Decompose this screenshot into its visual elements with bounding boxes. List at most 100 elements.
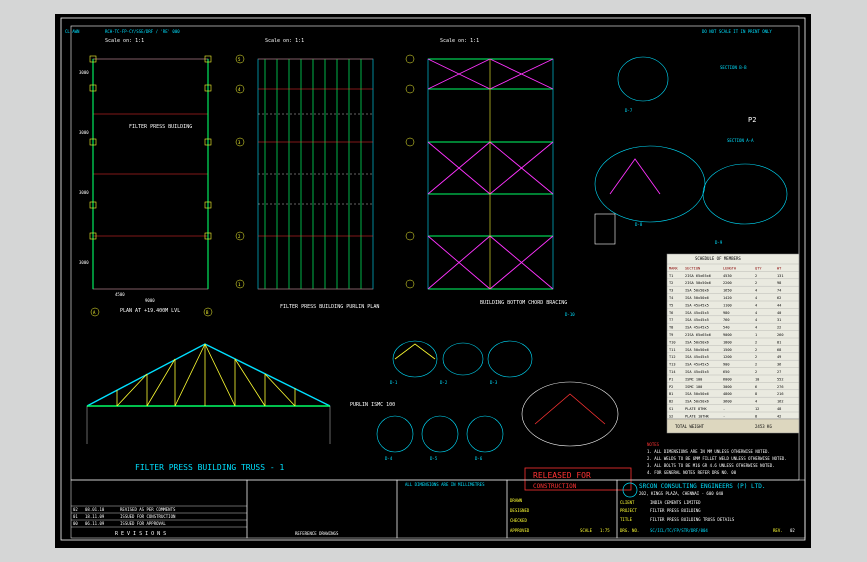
schedule-cell: 3000: [723, 385, 732, 389]
schedule-cell: 81: [777, 340, 781, 344]
schedule-cell: 1500: [723, 348, 732, 352]
schedule-cell: 4: [755, 311, 757, 315]
title-block: SRCON CONSULTING ENGINEERS (P) LTD. 202,…: [616, 479, 806, 539]
schedule-cell: 44: [777, 303, 781, 307]
top-right-note: DO NOT SCALE IT IN PRINT ONLY: [702, 29, 772, 34]
schedule-cell: ISA 45x45x5: [685, 355, 709, 359]
row-label-1: 1: [238, 282, 241, 287]
detail-d10: D-10: [565, 312, 575, 317]
plan-b-caption: FILTER PRESS BUILDING PURLIN PLAN: [280, 304, 379, 310]
company-address: 202, KINGS PLAZA, CHENNAI - 600 040: [639, 491, 724, 496]
section-b-label: SECTION B-B: [720, 65, 747, 70]
schedule-cell: 2: [755, 340, 757, 344]
schedule-cell: ISA 50x50x6: [685, 289, 709, 293]
detail-d9: D-9: [715, 240, 723, 245]
schedule-cell: S1: [669, 407, 673, 411]
schedule-cell: 900: [723, 363, 730, 367]
dim-left-3: 3000: [79, 260, 89, 265]
schedule-cell: ISA 50x50x6: [685, 348, 709, 352]
rev-row-2-desc: ISSUED FOR APPROVAL: [120, 521, 166, 526]
schedule-cell: 260: [777, 333, 784, 337]
schedule-cell: 162: [777, 400, 784, 404]
note-line-3: 3. ALL BOLTS TO BE M16 GR 4.6 UNLESS OTH…: [647, 463, 775, 468]
plan-c-caption: BUILDING BOTTOM CHORD BRACING: [480, 300, 567, 306]
schedule-cell: 131: [777, 274, 784, 278]
schedule-cell: 40: [777, 311, 781, 315]
schedule-header-cell: LENGTH: [723, 266, 736, 270]
rev-label: REV.: [773, 528, 783, 533]
drawing-number-top: RCH-TC-FP-CY/SSE/DRF / 'RE' 000: [105, 29, 180, 34]
schedule-cell: P2: [669, 385, 673, 389]
plan-a-dim-bottom: 4500: [115, 292, 125, 297]
schedule-cell: 1800: [723, 340, 732, 344]
schedule-cell: T9: [669, 333, 673, 337]
schedule-cell: 1200: [723, 355, 732, 359]
schedule-cell: 98: [777, 281, 781, 285]
schedule-cell: ISA 45x45x5: [685, 326, 709, 330]
schedule-cell: 8: [755, 392, 757, 396]
schedule-cell: T4: [669, 296, 673, 300]
rev-row-1-date: 18.11.09: [85, 514, 105, 519]
client-value: INDIA CEMENTS LIMITED: [650, 500, 701, 505]
schedule-cell: B1: [669, 392, 673, 396]
schedule-cell: 6000: [723, 377, 732, 381]
rev-row-1-desc: ISSUED FOR CONSTRUCTION: [120, 514, 176, 519]
schedule-cell: 62: [777, 296, 781, 300]
schedule-cell: 4530: [723, 274, 732, 278]
schedule-cell: 4800: [723, 392, 732, 396]
schedule-cell: 12: [755, 407, 759, 411]
schedule-header-cell: SECTION: [685, 266, 700, 270]
schedule-cell: -: [723, 407, 725, 411]
sign-approved: APPROVED: [510, 528, 530, 533]
schedule-cell: 552: [777, 377, 784, 381]
schedule-cell: 2ISA 50x50x6: [685, 281, 711, 285]
grid-b-label: B: [206, 310, 209, 315]
detail-d1: D-1: [390, 380, 398, 385]
schedule-cell: 540: [723, 326, 730, 330]
schedule-cell: PLATE 8THK: [685, 407, 707, 411]
schedule-cell: ISMC 100: [685, 385, 702, 389]
plan-b-scale: Scale on: 1:1: [265, 38, 304, 44]
schedule-cell: 1420: [723, 296, 732, 300]
rev-row-2-no: 00: [73, 521, 78, 526]
schedule-cell: 74: [777, 289, 781, 293]
schedule-cell: 8: [755, 414, 757, 418]
schedule-cell: 760: [723, 318, 730, 322]
rev-row-0-no: 02: [73, 507, 78, 512]
approval-text: ALL DIMENSIONS ARE IN MILLIMETRES: [405, 482, 485, 487]
schedule-cell: 6: [755, 385, 757, 389]
plan-a-dim-total: 9000: [145, 298, 155, 303]
dim-left-0: 3000: [79, 70, 89, 75]
row-label-3: 3: [238, 140, 241, 145]
schedule-cell: 2: [755, 363, 757, 367]
schedule-cell: 2200: [723, 281, 732, 285]
schedule-cell: 2: [755, 274, 757, 278]
schedule-cell: 36: [777, 363, 781, 367]
dim-left-2: 3000: [79, 190, 89, 195]
schedule-cell: T1: [669, 274, 673, 278]
title-label: TITLE: [620, 517, 633, 522]
schedule-cell: S2: [669, 414, 673, 418]
approval-block: ALL DIMENSIONS ARE IN MILLIMETRES: [396, 479, 508, 539]
schedule-cell: 4: [755, 326, 757, 330]
schedule-cell: 650: [723, 370, 730, 374]
detail-d3: D-3: [490, 380, 498, 385]
schedule-cell: T13: [669, 363, 676, 367]
title-value: FILTER PRESS BUILDING TRUSS DETAILS: [650, 517, 735, 522]
schedule-cell: 2: [755, 370, 757, 374]
drawing-canvas: CL AWN RCH-TC-FP-CY/SSE/DRF / 'RE' 000 D…: [60, 17, 806, 541]
rev-row-0-desc: REVISED AS PER COMMENTS: [120, 507, 176, 512]
schedule-cell: 4: [755, 296, 757, 300]
schedule-cell: 2: [755, 355, 757, 359]
schedule-cell: 2ISA 65x65x6: [685, 333, 711, 337]
detail-d7: D-7: [625, 108, 633, 113]
detail-d4: D-4: [385, 456, 393, 461]
schedule-cell: ISA 50x50x6: [685, 296, 709, 300]
schedule-cell: T3: [669, 289, 673, 293]
schedule-cell: ISA 50x50x6: [685, 400, 709, 404]
drg-number: SC/ICL/TC/FP/STR/DRF/004: [650, 528, 708, 533]
revisions-footer: R E V I S I O N S: [115, 531, 166, 537]
plan-bottom-chord-bracing: Scale on: 1:1 BUILDING BOTTOM CHORD BRAC…: [427, 38, 567, 306]
project-value: FILTER PRESS BUILDING: [650, 508, 701, 513]
schedule-cell: ISMC 100: [685, 377, 702, 381]
